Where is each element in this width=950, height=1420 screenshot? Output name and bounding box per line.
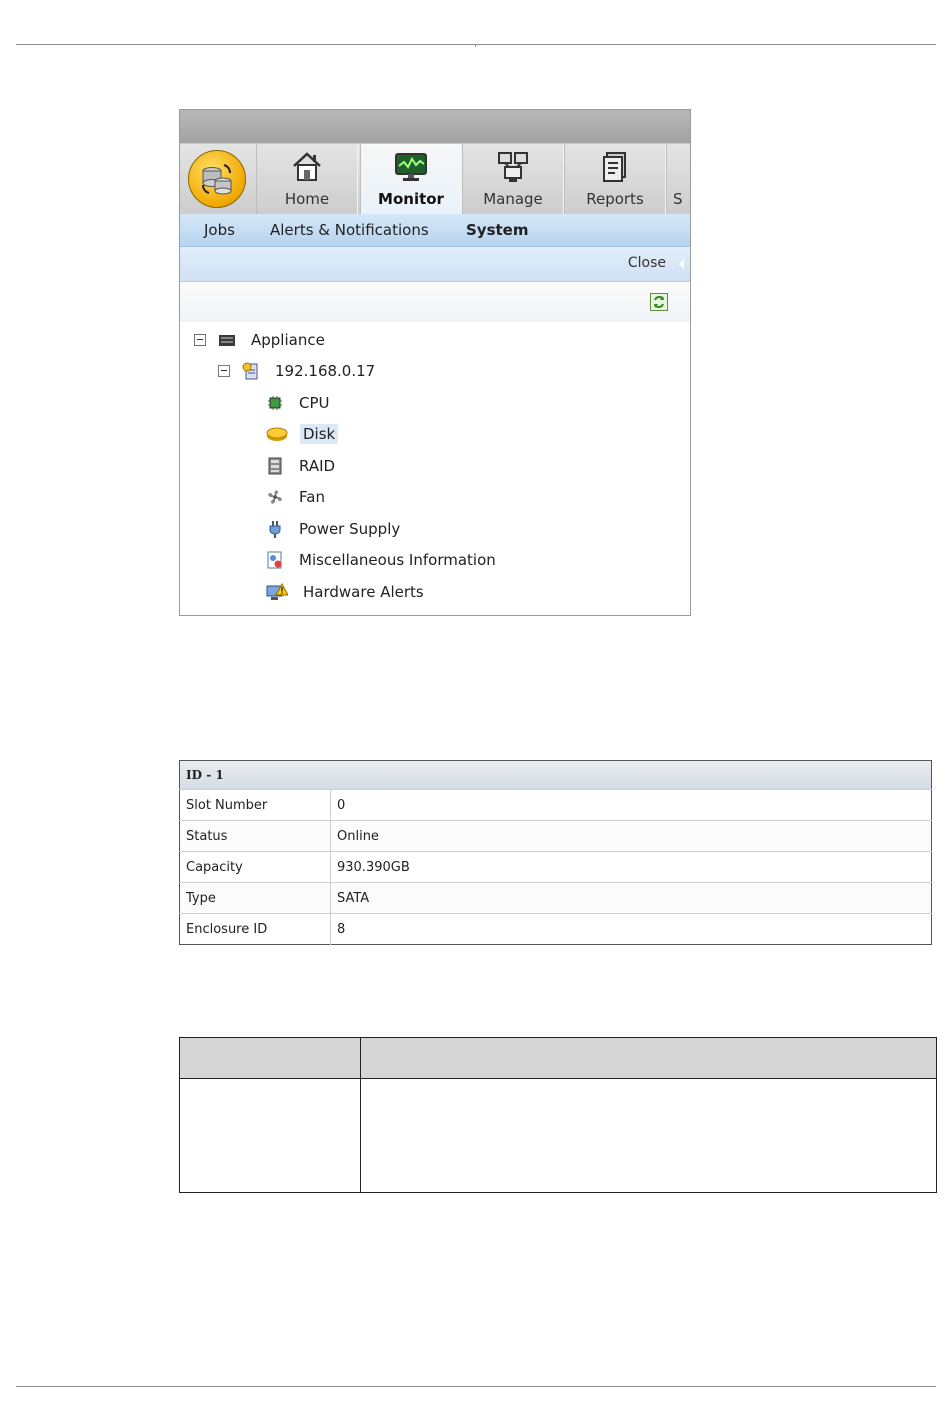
table-row: Slot Number 0 [179,789,932,821]
collapse-arrow-icon[interactable] [679,259,684,269]
tree-label-power-supply: Power Supply [299,520,401,538]
tab-overflow-label: S [673,190,683,208]
document-table-divider [360,1038,361,1192]
tree-label-hardware-alerts: Hardware Alerts [303,583,424,601]
document-table [179,1037,937,1193]
server-icon [242,362,258,380]
manage-icon [498,152,528,182]
tree-label-disk: Disk [300,424,339,444]
tree-label-fan: Fan [299,488,325,506]
row-value: 930.390GB [330,851,932,883]
disk-info-header: ID - 1 [179,760,932,790]
row-value: 0 [330,789,932,821]
tab-monitor[interactable]: Monitor [360,144,462,214]
main-nav-bar: Home Monitor Manage Reports S [180,144,690,214]
hardware-alert-icon [266,583,288,600]
page-top-rule [16,44,936,45]
tree-node-appliance[interactable]: Appliance [194,328,328,352]
refresh-icon[interactable] [650,293,668,311]
collapse-toggle-icon[interactable] [218,365,230,377]
tree-node-host[interactable]: 192.168.0.17 [218,359,378,383]
tab-overflow[interactable]: S [666,144,690,214]
panel-close-bar: Close [180,247,690,282]
table-row: Status Online [179,820,932,852]
tree-node-disk[interactable]: Disk [266,422,339,446]
table-row: Type SATA [179,882,932,914]
disk-info-title: ID - 1 [186,768,224,782]
close-button[interactable]: Close [628,255,666,271]
tab-home[interactable]: Home [256,144,358,214]
tree-label-misc-info: Miscellaneous Information [299,551,496,569]
tree-node-raid[interactable]: RAID [266,454,338,478]
reports-icon [603,152,626,182]
tree-label-host: 192.168.0.17 [275,362,376,380]
collapse-toggle-icon[interactable] [194,334,206,346]
window-top-bar [180,110,690,144]
tree-node-fan[interactable]: Fan [266,485,328,509]
tab-manage[interactable]: Manage [462,144,564,214]
row-value: Online [330,820,932,852]
tree-toolbar [180,282,690,322]
raid-icon [268,457,282,475]
tree-label-appliance: Appliance [251,331,325,349]
page-top-tick [475,44,476,47]
monitor-icon [395,153,427,181]
tree-label-cpu: CPU [299,394,330,412]
tree-node-misc-info[interactable]: Miscellaneous Information [266,548,499,572]
tab-reports[interactable]: Reports [564,144,666,214]
app-logo-icon[interactable] [188,150,246,208]
row-value: SATA [330,882,932,914]
subnav-system[interactable]: System [466,221,528,239]
disk-icon [266,427,288,441]
table-row: Capacity 930.390GB [179,851,932,883]
appliance-icon [219,335,235,346]
sub-nav-bar: Jobs Alerts & Notifications System [180,214,690,247]
fan-icon [268,490,282,504]
row-label: Type [179,882,331,914]
tree-label-raid: RAID [299,457,336,475]
misc-info-icon [267,551,282,569]
ui-screenshot-panel: Home Monitor Manage Reports S Jobs Alert… [179,109,691,616]
cpu-icon [268,396,282,410]
subnav-jobs[interactable]: Jobs [204,221,235,239]
subnav-alerts-notifications[interactable]: Alerts & Notifications [270,221,429,239]
tab-monitor-label: Monitor [378,190,444,208]
tree-node-hardware-alerts[interactable]: Hardware Alerts [266,580,427,604]
row-label: Slot Number [179,789,331,821]
home-icon [293,152,321,181]
disk-info-table: ID - 1 Slot Number 0 Status Online Capac… [179,760,932,945]
power-supply-icon [269,521,281,538]
page-bottom-rule [16,1386,936,1387]
tab-home-label: Home [284,190,330,208]
row-label: Enclosure ID [179,913,331,945]
table-row: Enclosure ID 8 [179,913,932,945]
row-label: Status [179,820,331,852]
tab-manage-label: Manage [483,190,543,208]
document-table-header [180,1038,936,1079]
row-label: Capacity [179,851,331,883]
row-value: 8 [330,913,932,945]
tree-node-power-supply[interactable]: Power Supply [266,517,403,541]
tab-reports-label: Reports [586,190,644,208]
tree-node-cpu[interactable]: CPU [266,391,333,415]
